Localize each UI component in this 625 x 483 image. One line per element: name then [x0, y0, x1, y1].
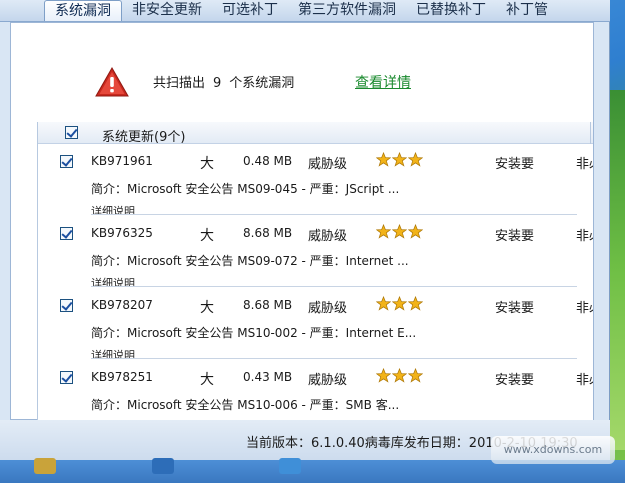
content-panel: 共扫描出 9 个系统漏洞 查看详情 系统更新(9个) KB971961 大 0.48…	[10, 22, 594, 420]
star-icon	[408, 296, 423, 311]
tab-third-party-vulnerabilities[interactable]: 第三方软件漏洞	[288, 0, 406, 21]
item-size: 0.43 MB	[243, 370, 293, 384]
vulnerability-count: 9	[213, 76, 222, 91]
tab-system-vulnerabilities[interactable]: 系统漏洞	[44, 0, 122, 21]
list-item[interactable]: KB978251 大 0.43 MB 威胁级 安装要 非必 简介：Microso…	[38, 361, 593, 420]
threat-rating	[376, 152, 423, 167]
star-icon	[408, 368, 423, 383]
version-label: 当前版本：	[246, 436, 312, 451]
star-icon	[376, 152, 391, 167]
item-extra-label: 非必	[576, 157, 593, 172]
item-size-label: 大	[200, 156, 214, 172]
list-item[interactable]: KB978207 大 8.68 MB 威胁级 安装要 非必 简介：Microso…	[38, 289, 593, 361]
star-icon	[392, 224, 407, 239]
tab-replaced-patches[interactable]: 已替换补丁	[406, 0, 496, 21]
item-install-label: 安装要	[495, 373, 535, 388]
item-separator	[91, 286, 577, 287]
star-icon	[408, 152, 423, 167]
list-header-label: 系统更新(9个)	[102, 130, 186, 145]
item-separator	[91, 358, 577, 359]
item-threat-label: 威胁级	[308, 373, 348, 388]
star-icon	[376, 224, 391, 239]
list-header: 系统更新(9个)	[38, 122, 593, 145]
item-kb-number: KB971961	[91, 154, 153, 168]
item-size: 8.68 MB	[243, 298, 293, 312]
list-item[interactable]: KB976325 大 8.68 MB 威胁级 安装要 非必 简介：Microso…	[38, 217, 593, 289]
item-threat-label: 威胁级	[308, 229, 348, 244]
item-checkbox[interactable]	[60, 299, 73, 312]
star-icon	[376, 296, 391, 311]
item-size: 0.48 MB	[243, 154, 293, 168]
star-icon	[376, 368, 391, 383]
item-kb-number: KB978251	[91, 370, 153, 384]
star-icon	[392, 152, 407, 167]
item-checkbox[interactable]	[60, 155, 73, 168]
item-size-label: 大	[200, 300, 214, 316]
desktop-shortcut-icon[interactable]	[34, 458, 56, 474]
item-checkbox[interactable]	[60, 371, 73, 384]
item-checkbox[interactable]	[60, 227, 73, 240]
security-scan-window: 系统漏洞 非安全更新 可选补丁 第三方软件漏洞 已替换补丁 补丁管 共扫描出 9 个…	[0, 0, 610, 460]
item-description: 简介：Microsoft 安全公告 MS09-045 - 严重：JScript …	[91, 182, 400, 196]
summary-prefix: 共扫描出	[153, 76, 206, 91]
update-list: 系统更新(9个) KB971961 大 0.48 MB 威胁级 安装要 非必 简…	[37, 122, 593, 420]
list-header-divider	[590, 122, 593, 144]
star-icon	[392, 368, 407, 383]
db-date-label: 病毒库发布日期：	[364, 436, 469, 451]
item-details-link[interactable]: 详细说明	[91, 276, 135, 286]
item-description: 简介：Microsoft 安全公告 MS10-002 - 严重：Internet…	[91, 326, 417, 340]
item-threat-label: 威胁级	[308, 301, 348, 316]
tab-strip: 系统漏洞 非安全更新 可选补丁 第三方软件漏洞 已替换补丁 补丁管	[0, 0, 610, 22]
list-item[interactable]: KB971961 大 0.48 MB 威胁级 安装要 非必 简介：Microso…	[38, 145, 593, 217]
scan-summary: 共扫描出 9 个系统漏洞 查看详情	[11, 23, 593, 121]
site-watermark: www.xdowns.com	[491, 436, 615, 464]
select-all-checkbox[interactable]	[65, 126, 78, 139]
desktop-shortcut-icon[interactable]	[279, 458, 301, 474]
star-icon	[408, 224, 423, 239]
threat-rating	[376, 296, 423, 311]
item-install-label: 安装要	[495, 301, 535, 316]
item-extra-label: 非必	[576, 229, 593, 244]
item-install-label: 安装要	[495, 157, 535, 172]
threat-rating	[376, 368, 423, 383]
item-separator	[91, 214, 577, 215]
star-icon	[392, 296, 407, 311]
version-value: 6.1.0.40	[311, 436, 365, 451]
item-kb-number: KB976325	[91, 226, 153, 240]
tab-optional-patches[interactable]: 可选补丁	[212, 0, 288, 21]
summary-suffix: 个系统漏洞	[229, 76, 295, 91]
desktop-shortcut-icon[interactable]	[152, 458, 174, 474]
item-threat-label: 威胁级	[308, 157, 348, 172]
item-size: 8.68 MB	[243, 226, 293, 240]
tab-non-security-updates[interactable]: 非安全更新	[122, 0, 212, 21]
item-details-link[interactable]: 详细说明	[91, 348, 135, 358]
warning-icon	[95, 67, 129, 97]
item-description: 简介：Microsoft 安全公告 MS10-006 - 严重：SMB 客...	[91, 398, 400, 412]
item-extra-label: 非必	[576, 373, 593, 388]
threat-rating	[376, 224, 423, 239]
tab-patch-management[interactable]: 补丁管	[496, 0, 558, 21]
summary-text: 共扫描出 9 个系统漏洞	[153, 72, 294, 91]
item-extra-label: 非必	[576, 301, 593, 316]
item-size-label: 大	[200, 228, 214, 244]
item-kb-number: KB978207	[91, 298, 153, 312]
item-details-link[interactable]: 详细说明	[91, 204, 135, 214]
view-details-link[interactable]: 查看详情	[355, 72, 411, 92]
item-size-label: 大	[200, 372, 214, 388]
item-install-label: 安装要	[495, 229, 535, 244]
item-description: 简介：Microsoft 安全公告 MS09-072 - 严重：Internet…	[91, 254, 409, 268]
